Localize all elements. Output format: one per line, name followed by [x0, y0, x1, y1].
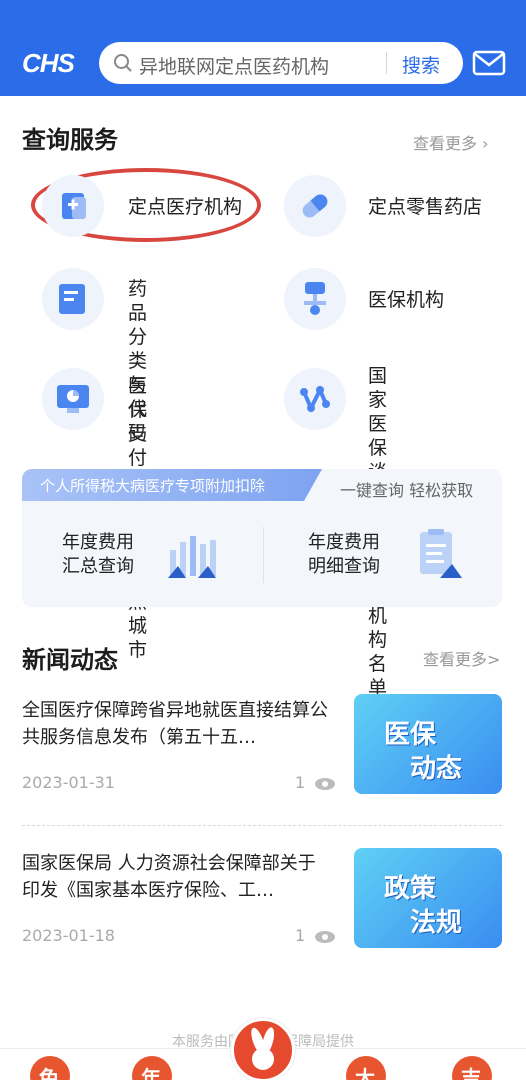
query-section-title: 查询服务 — [22, 126, 118, 154]
tax-annual-detail-query[interactable]: 年度费用 明细查询 — [308, 531, 380, 579]
tax-subtitle: 一键查询 轻松获取 — [340, 481, 474, 500]
org-chart-icon — [284, 268, 346, 330]
news-view-count: 1 — [295, 926, 306, 945]
news-item-title[interactable]: 全国医疗保障跨省异地就医直接结算公共服务信息发布（第五十五… — [22, 697, 332, 751]
query-more-link[interactable]: 查看更多 › — [413, 130, 489, 154]
chs-logo: CHS — [22, 48, 75, 78]
news-item-title[interactable]: 国家医保局 人力资源社会保障部关于印发《国家基本医疗保险、工… — [22, 850, 332, 904]
search-icon — [114, 54, 132, 72]
news-more-link[interactable]: 查看更多> — [423, 646, 500, 670]
news-thumbnail[interactable]: 政策 法规 — [354, 848, 502, 948]
eye-icon — [315, 931, 335, 943]
news-item-date: 2023-01-18 — [22, 926, 115, 945]
service-label: 定点零售药店 — [368, 196, 483, 218]
news-section-title: 新闻动态 — [22, 646, 118, 674]
rabbit-center-button[interactable] — [231, 1018, 295, 1080]
news-item-date: 2023-01-31 — [22, 773, 115, 792]
search-input[interactable]: 异地联网定点医药机构 — [139, 52, 329, 79]
pill-icon — [284, 175, 346, 237]
tax-annual-summary-query[interactable]: 年度费用 汇总查询 — [62, 531, 134, 579]
eye-icon — [315, 778, 335, 790]
news-thumbnail[interactable]: 医保 动态 — [354, 694, 502, 794]
news-view-count: 1 — [295, 773, 306, 792]
mail-icon[interactable] — [472, 50, 506, 76]
tax-banner: 个人所得税大病医疗专项附加扣除 — [22, 469, 322, 501]
service-label: 医保机构 — [368, 289, 445, 311]
network-icon — [284, 368, 346, 430]
rabbit-icon — [251, 1027, 275, 1070]
clipboard-icon — [420, 529, 462, 578]
news-separator — [22, 825, 502, 826]
service-label: 定点医疗机构 — [128, 196, 243, 218]
document-icon — [42, 268, 104, 330]
search-divider — [386, 52, 387, 74]
top-header: CHS 异地联网定点医药机构 搜索 — [0, 0, 526, 96]
medical-institution-icon — [42, 175, 104, 237]
bar-chart-icon — [168, 536, 216, 578]
search-bar[interactable]: 异地联网定点医药机构 搜索 — [99, 42, 463, 84]
search-button[interactable]: 搜索 — [402, 51, 440, 78]
tax-divider — [263, 527, 264, 583]
monitor-chart-icon — [42, 368, 104, 430]
